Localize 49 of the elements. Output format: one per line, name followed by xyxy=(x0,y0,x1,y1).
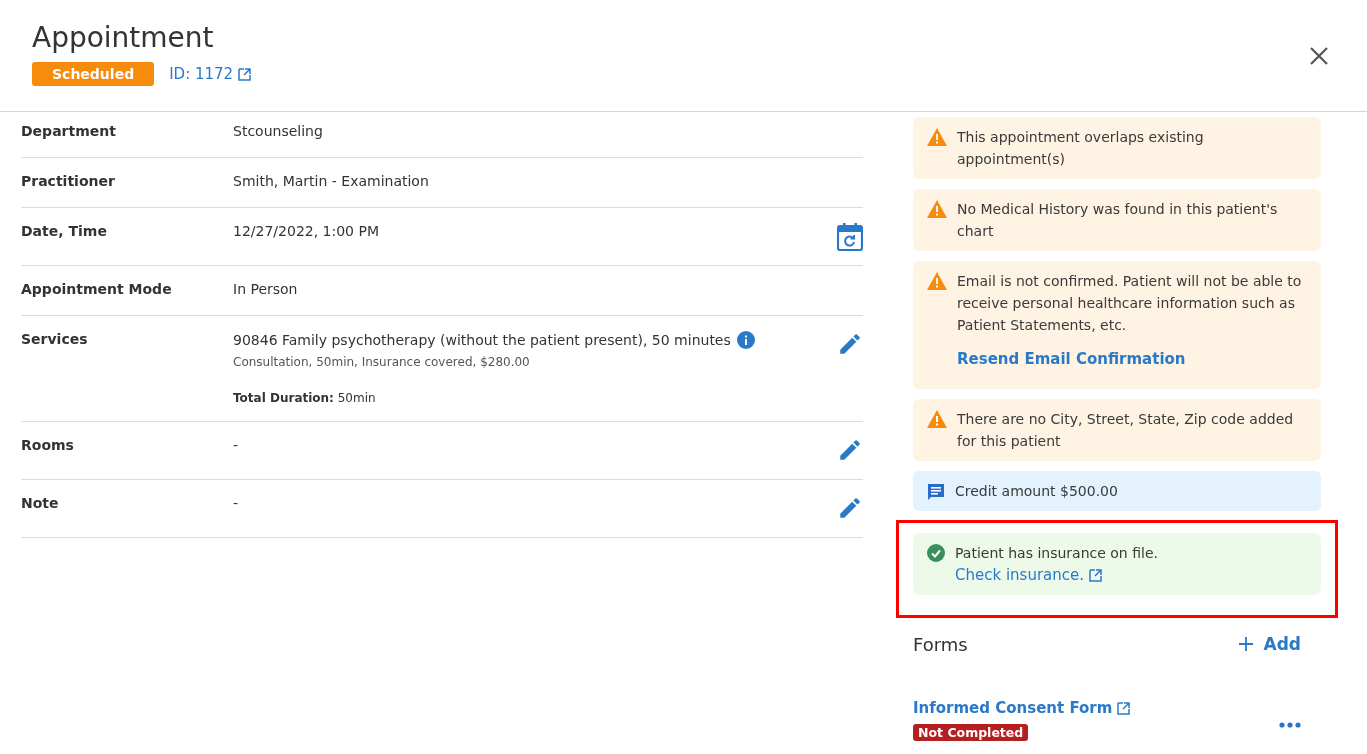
warning-icon xyxy=(927,410,947,428)
check-insurance-link[interactable]: Check insurance. xyxy=(955,564,1158,586)
external-link-icon xyxy=(1089,568,1103,582)
edit-button[interactable] xyxy=(837,437,863,463)
field-label: Rooms xyxy=(21,437,75,455)
field-value: In Person xyxy=(233,281,299,297)
alert-text: Email is not confirmed. Patient will not be able to receive personal healthcare information such as Patient Statements, etc. xyxy=(957,272,1303,335)
check-circle-icon xyxy=(927,544,945,562)
alert-text: No Medical History was found in this patient's chart xyxy=(957,200,1279,241)
pencil-icon xyxy=(837,495,863,521)
form-link[interactable]: Informed Consent Form xyxy=(913,699,1131,717)
calendar-refresh-icon xyxy=(837,223,863,251)
section-title: Forms xyxy=(913,633,968,655)
alert-text: Credit amount $500.00 xyxy=(955,482,1118,501)
id-link[interactable]: ID: 1172 xyxy=(169,65,252,83)
field-value: Smith, Martin - Examination xyxy=(233,173,430,189)
message-icon xyxy=(927,483,945,501)
pencil-icon xyxy=(837,331,863,357)
plus-icon xyxy=(1237,636,1254,652)
pencil-icon xyxy=(837,437,863,463)
alert-text: Patient has insurance on file. xyxy=(955,544,1158,563)
field-label: Note xyxy=(21,495,60,513)
reschedule-button[interactable] xyxy=(837,223,863,249)
field-value: - xyxy=(233,437,240,453)
field-label: Department xyxy=(21,123,117,141)
field-value: Stcounseling xyxy=(233,123,324,139)
field-label: Services xyxy=(21,331,89,349)
resend-link[interactable]: Resend Email Confirmation xyxy=(957,348,1307,370)
field-label: Practitioner xyxy=(21,173,116,191)
field-label: Appointment Mode xyxy=(21,281,173,299)
edit-button[interactable] xyxy=(837,331,863,357)
field-value: - xyxy=(233,495,240,511)
total-duration: Total Duration: 50min xyxy=(233,391,377,405)
alert-text: There are no City, Street, State, Zip code added for this patient xyxy=(957,410,1295,451)
field-value: 90846 Family psychotherapy (without the patient present), 50 minutes xyxy=(233,331,837,349)
warning-icon xyxy=(927,272,947,290)
alert-text: This appointment overlaps existing appointment(s) xyxy=(957,128,1205,169)
status-badge: Not Completed xyxy=(913,724,1029,741)
edit-button[interactable] xyxy=(837,495,863,521)
external-link-icon xyxy=(238,67,252,81)
external-link-icon xyxy=(1117,701,1131,715)
field-value: 12/27/2022, 1:00 PM xyxy=(233,223,380,239)
field-label: Date, Time xyxy=(21,223,108,241)
service-details: Consultation, 50min, Insurance covered, $280.00 xyxy=(233,355,531,369)
warning-icon xyxy=(927,128,947,146)
add-button[interactable]: Add xyxy=(1231,633,1307,655)
dialog-title: Appointment xyxy=(32,20,215,56)
status-badge: Scheduled xyxy=(32,62,155,86)
warning-icon xyxy=(927,200,947,218)
